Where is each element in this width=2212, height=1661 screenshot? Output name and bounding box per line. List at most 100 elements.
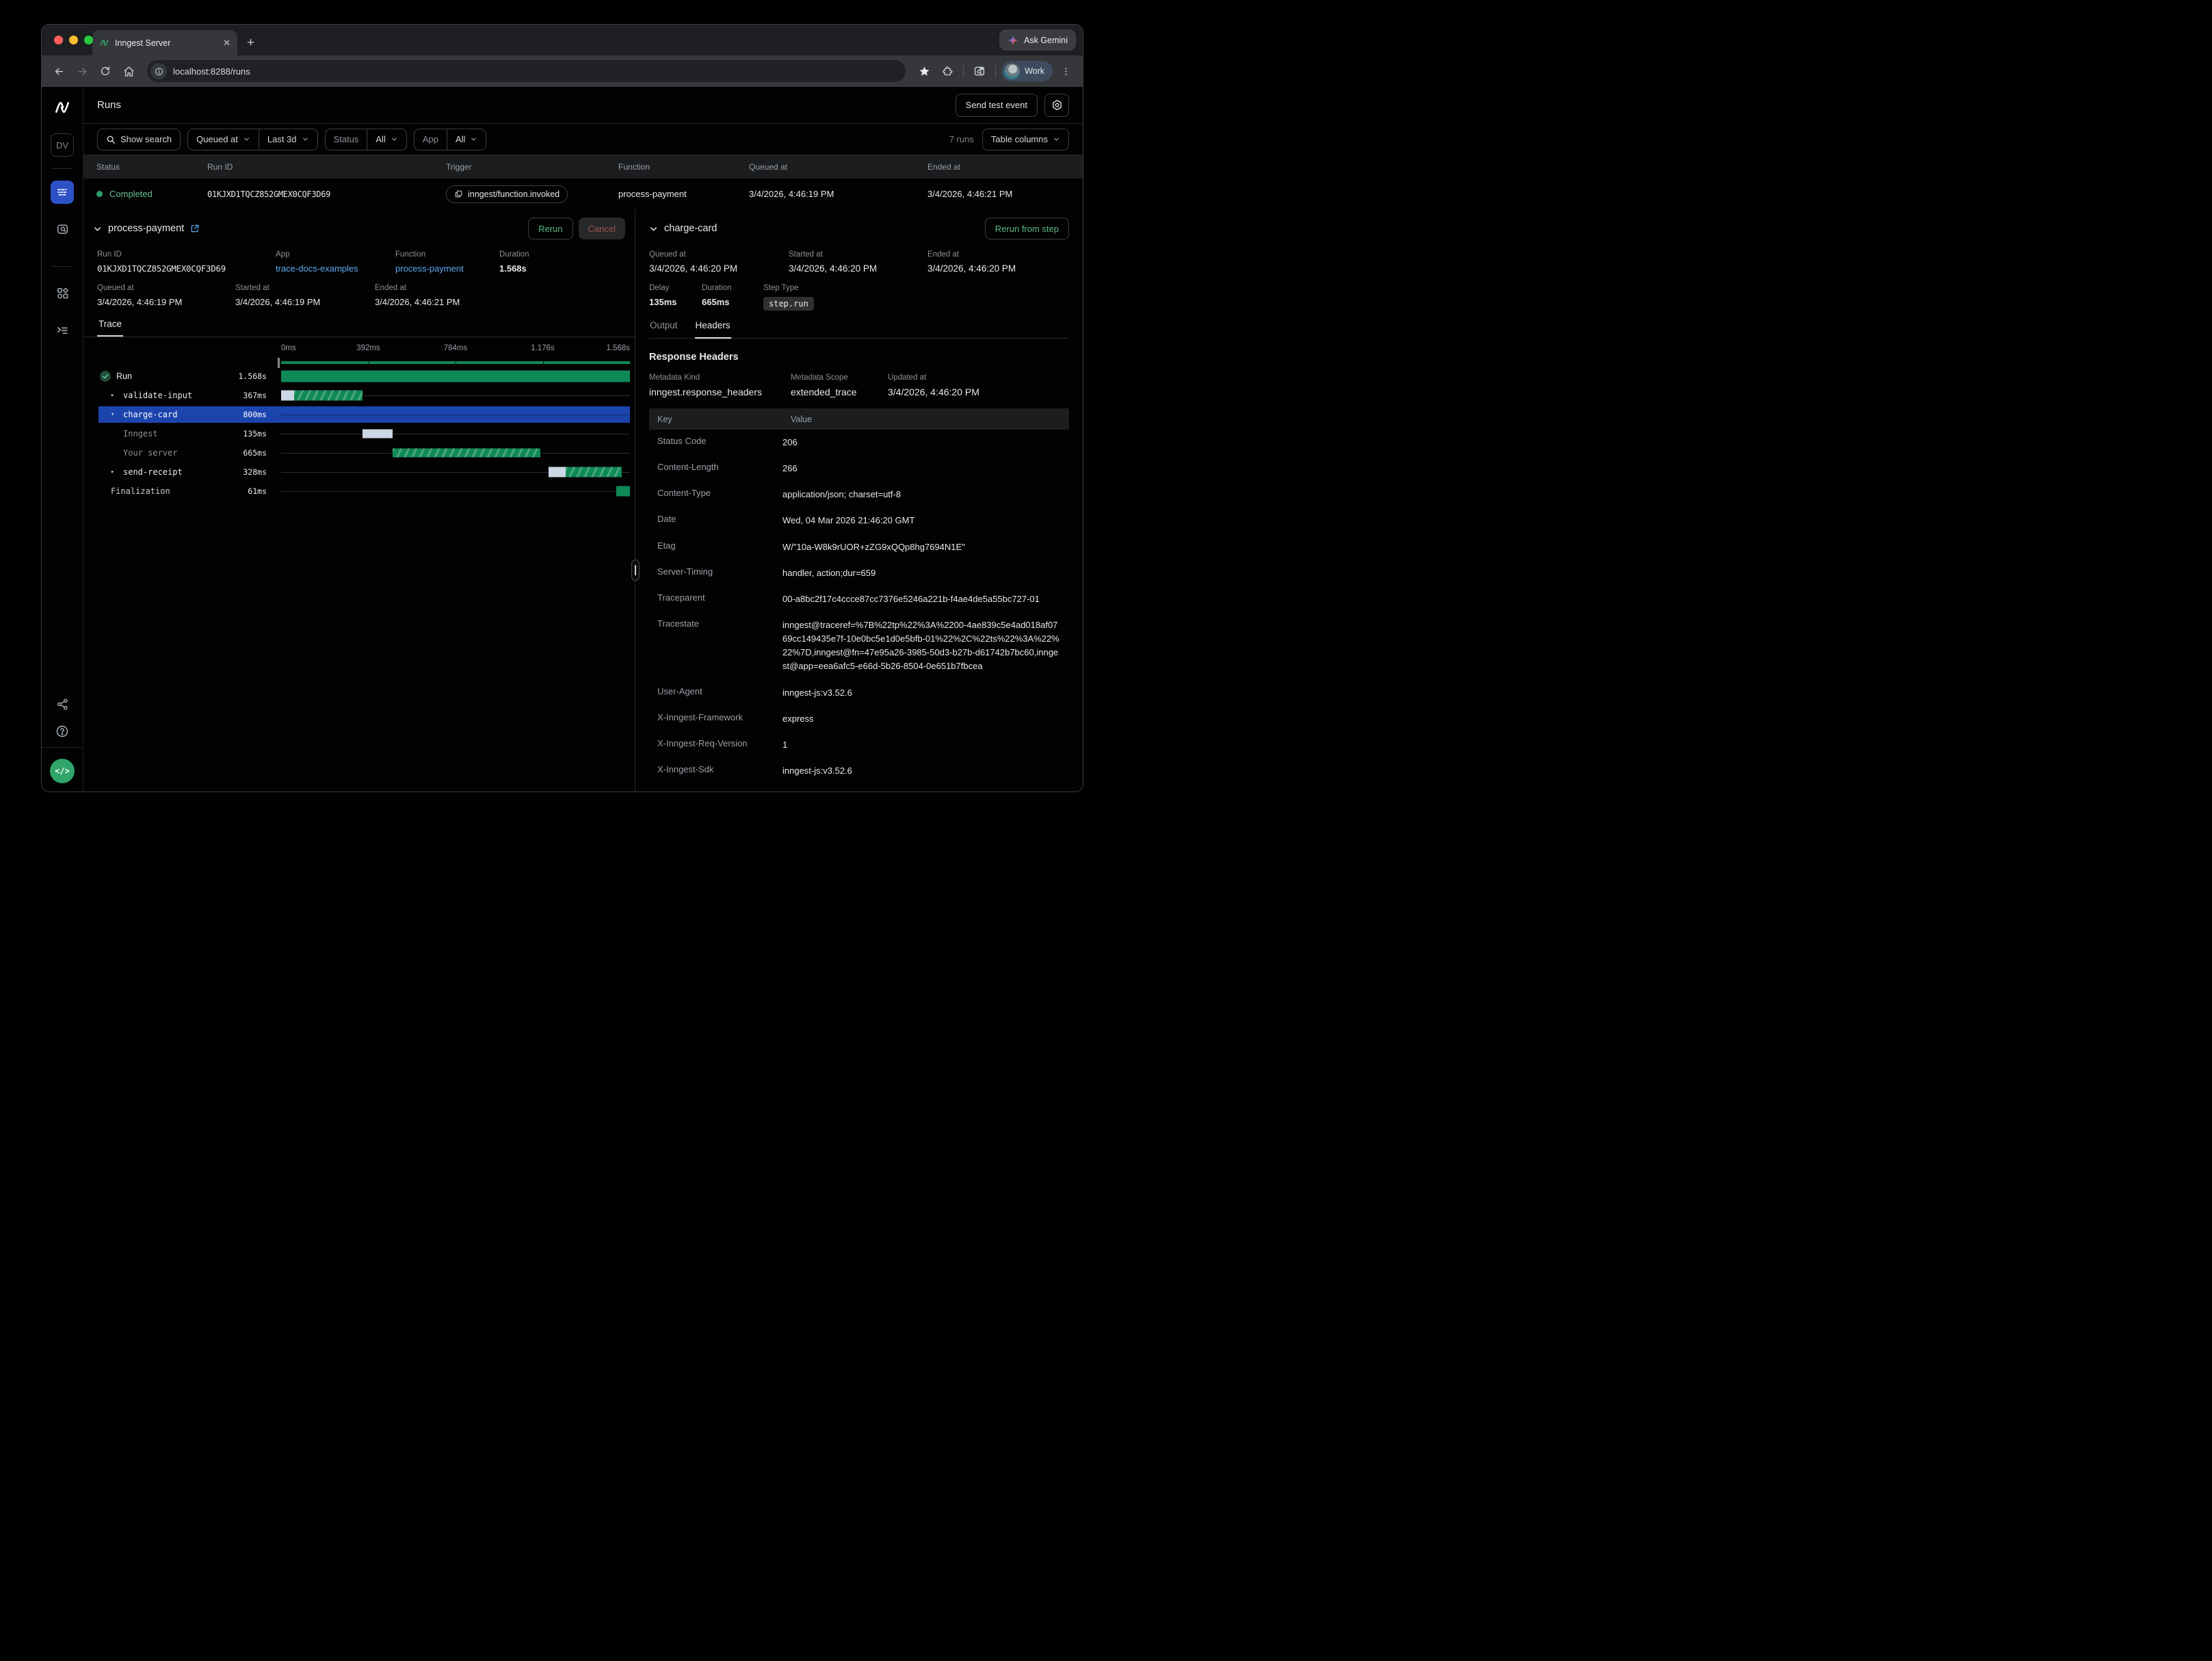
inngest-logo[interactable] (53, 99, 71, 116)
trace-row-run[interactable]: Run 1.568s (98, 368, 630, 384)
url-bar[interactable]: localhost:8288/runs (147, 60, 906, 82)
chevron-down-icon (302, 135, 309, 143)
header-row: EtagW/"10a-W8k9rUOR+zZG9xQQp8hg7694N1E" (649, 534, 1069, 560)
metadata-scope-value: extended_trace (791, 387, 888, 397)
app-filter-dropdown[interactable]: All (447, 129, 486, 150)
duration-value: 665ms (702, 297, 763, 307)
step-detail-pane: charge-card Rerun from step Queued at 3/… (635, 209, 1083, 792)
dev-mode-button[interactable]: </> (50, 759, 75, 783)
table-row[interactable]: Completed 01KJXD1TQCZ852GMEX0CQF3D69 inn… (83, 179, 1083, 209)
header-row: User-Agentinngest-js:v3.52.6 (649, 680, 1069, 706)
headers-table-header: KeyValue (649, 408, 1069, 430)
trace-minimap[interactable] (281, 358, 630, 368)
run-detail-split: process-payment Rerun Cancel Run ID (83, 209, 1083, 792)
bookmark-star-icon[interactable] (914, 61, 934, 81)
sidebar-item-events[interactable] (51, 218, 74, 241)
header-row: Status Code206 (649, 430, 1069, 456)
event-search-icon (56, 223, 69, 236)
trigger-pill[interactable]: inngest/function.invoked (446, 185, 568, 203)
collapse-chevron-icon[interactable] (93, 224, 102, 233)
close-window-button[interactable] (54, 36, 63, 44)
status-filter-dropdown[interactable]: All (367, 129, 406, 150)
tab-output[interactable]: Output (649, 320, 679, 338)
pane-resize-handle[interactable] (631, 560, 640, 581)
table-columns-button[interactable]: Table columns (982, 129, 1069, 151)
browser-profile-chip[interactable]: Work (1001, 61, 1053, 81)
send-test-event-button[interactable]: Send test event (956, 94, 1038, 117)
minimap-scrubber[interactable] (278, 358, 280, 368)
sidebar-item-apps[interactable] (51, 281, 74, 304)
trace-row-your-server[interactable]: Your server 665ms (98, 445, 630, 461)
ask-gemini-button[interactable]: Ask Gemini (999, 29, 1076, 51)
home-button[interactable] (118, 61, 139, 81)
metadata-kind-value: inngest.response_headers (649, 387, 791, 397)
run-id: 01KJXD1TQCZ852GMEX0CQF3D69 (207, 189, 446, 199)
cancel-button[interactable]: Cancel (579, 218, 625, 239)
col-status: Status (96, 162, 207, 172)
settings-button[interactable] (1044, 94, 1069, 117)
sidebar-divider (52, 266, 73, 267)
expand-caret-icon[interactable]: ▸ (111, 392, 118, 399)
started-at-label: Started at (235, 284, 375, 292)
header-row: X-Inngest-Frameworkexpress (649, 706, 1069, 732)
back-button[interactable] (49, 61, 69, 81)
extensions-icon[interactable] (937, 61, 958, 81)
duration-value: 1.568s (499, 263, 621, 274)
trace-row-send-receipt[interactable]: ▸ send-receipt 328ms (98, 464, 630, 480)
expand-caret-icon[interactable]: ▸ (111, 469, 118, 475)
sidebar-item-help[interactable] (51, 720, 74, 743)
sidebar-item-runs[interactable] (51, 181, 74, 204)
collapse-chevron-icon[interactable] (649, 224, 658, 233)
rerun-button[interactable]: Rerun (528, 218, 572, 239)
browser-menu-kebab-icon[interactable] (1055, 61, 1076, 81)
browser-tab[interactable]: Inngest Server ✕ (92, 30, 237, 55)
tab-headers[interactable]: Headers (695, 320, 731, 339)
status-dot (96, 191, 103, 197)
app-label: App (276, 250, 395, 259)
started-at-value: 3/4/2026, 4:46:19 PM (235, 297, 375, 307)
time-axis: 0ms 392ms 784ms 1.176s 1.568s (281, 344, 630, 356)
rerun-from-step-button[interactable]: Rerun from step (985, 218, 1069, 239)
page-header: Runs Send test event (83, 87, 1083, 124)
header-row: Content-Typeapplication/json; charset=ut… (649, 482, 1069, 508)
trace-row-inngest[interactable]: Inngest 135ms (98, 426, 630, 442)
ended-at-value: 3/4/2026, 4:46:20 PM (927, 263, 1069, 274)
tab-search-icon[interactable] (969, 61, 990, 81)
show-search-button[interactable]: Show search (97, 129, 181, 151)
metadata-scope-label: Metadata Scope (791, 374, 888, 382)
site-info-icon[interactable] (150, 63, 167, 79)
status-filter-label: Status (326, 129, 367, 150)
updated-at-value: 3/4/2026, 4:46:20 PM (888, 387, 1069, 397)
queued-at-label: Queued at (649, 250, 789, 259)
new-tab-button[interactable]: + (247, 36, 254, 51)
forward-button[interactable] (72, 61, 92, 81)
function-link[interactable]: process-payment (395, 263, 499, 274)
avatar (1004, 64, 1020, 79)
trace-row-validate-input[interactable]: ▸ validate-input 367ms (98, 387, 630, 404)
delay-value: 135ms (649, 297, 702, 307)
external-link-icon[interactable] (190, 224, 200, 233)
trace-row-charge-card[interactable]: ▾ charge-card 800ms (98, 406, 630, 423)
tab-close-icon[interactable]: ✕ (223, 38, 231, 49)
app-env-badge[interactable]: DV (51, 133, 74, 157)
col-queued-at: Queued at (749, 162, 927, 172)
time-filter: Queued at Last 3d (187, 129, 317, 151)
reload-button[interactable] (95, 61, 116, 81)
response-headers-title: Response Headers (649, 352, 1069, 363)
expand-caret-icon[interactable]: ▾ (111, 411, 118, 418)
app-filter-label: App (414, 129, 447, 150)
tab-trace[interactable]: Trace (97, 319, 123, 337)
status-badge: Completed (109, 189, 153, 199)
sidebar-item-functions[interactable] (51, 318, 74, 341)
queued-at-dropdown[interactable]: Queued at (188, 129, 259, 150)
app-link[interactable]: trace-docs-examples (276, 263, 395, 274)
maximize-window-button[interactable] (84, 36, 93, 44)
time-range-dropdown[interactable]: Last 3d (259, 129, 317, 150)
trace-row-finalization[interactable]: Finalization 61ms (98, 483, 630, 499)
chevron-down-icon (243, 135, 250, 143)
ask-gemini-label: Ask Gemini (1024, 36, 1068, 45)
minimize-window-button[interactable] (69, 36, 78, 44)
tab-title: Inngest Server (115, 38, 218, 48)
step-detail-tabs: Output Headers (649, 320, 1069, 339)
sidebar-item-share[interactable] (51, 692, 74, 716)
